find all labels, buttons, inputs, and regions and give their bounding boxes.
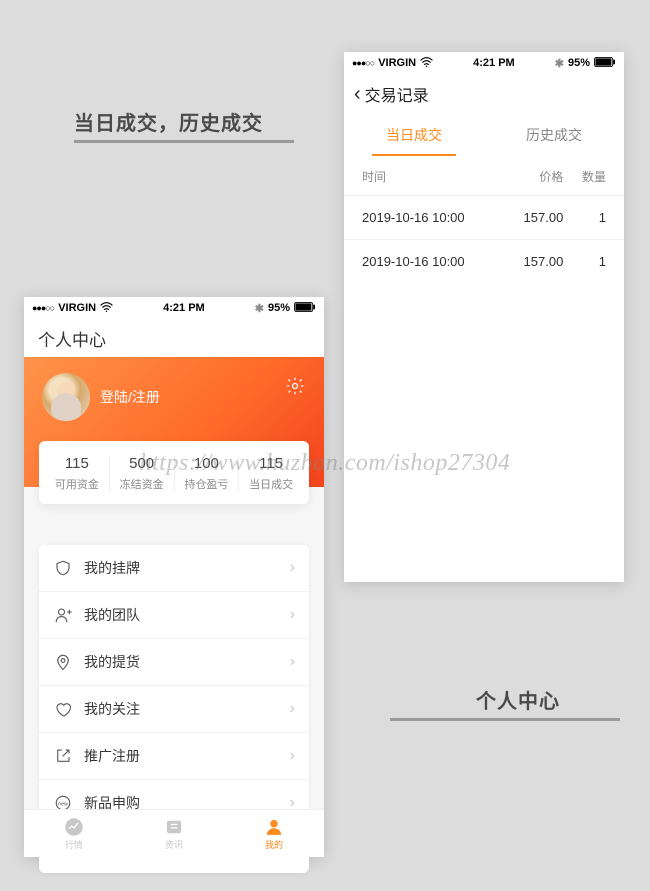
chevron-right-icon: › — [290, 700, 295, 718]
carrier-label: VIRGIN — [378, 57, 416, 69]
tab-label: 资讯 — [165, 838, 183, 851]
battery-label: 95% — [268, 302, 290, 314]
stat-value: 115 — [45, 455, 109, 472]
tab-mine[interactable]: 我的 — [224, 810, 324, 857]
menu-item-promote-register[interactable]: 推广注册 › — [39, 733, 309, 780]
nav-title: 交易记录 — [365, 82, 429, 106]
stat-value: 100 — [175, 455, 239, 472]
back-icon[interactable]: ‹ — [354, 84, 361, 104]
signal-dots-icon: ●●●○○ — [352, 58, 374, 68]
section-heading-profile: 个人中心 — [476, 685, 560, 714]
clock-label: 4:21 PM — [163, 302, 205, 314]
clock-label: 4:21 PM — [473, 57, 515, 69]
chart-icon — [64, 817, 84, 837]
wifi-icon — [419, 57, 433, 70]
table-row: 2019-10-16 10:00 157.00 1 — [344, 195, 624, 239]
signal-dots-icon: ●●●○○ — [32, 303, 54, 313]
tab-history-deals[interactable]: 历史成交 — [484, 114, 624, 156]
stat-label: 持仓盈亏 — [175, 476, 239, 492]
col-header-qty: 数量 — [563, 168, 606, 185]
external-link-icon — [53, 746, 73, 766]
heart-icon — [53, 699, 73, 719]
menu-item-my-team[interactable]: 我的团队 › — [39, 592, 309, 639]
menu-label: 我的提货 — [84, 652, 290, 672]
chevron-right-icon: › — [290, 606, 295, 624]
gear-icon — [285, 376, 305, 396]
stat-position-pnl[interactable]: 100 持仓盈亏 — [174, 455, 239, 492]
map-pin-icon — [53, 652, 73, 672]
cell-qty: 1 — [563, 210, 606, 225]
cell-price: 157.00 — [502, 210, 563, 225]
login-text: 登陆/注册 — [100, 387, 160, 407]
tab-label: 我的 — [265, 838, 283, 851]
menu-label: 推广注册 — [84, 746, 290, 766]
user-plus-icon — [53, 605, 73, 625]
nav-bar: ‹ 交易记录 — [344, 74, 624, 114]
stat-label: 当日成交 — [239, 476, 303, 492]
status-bar: ●●●○○ VIRGIN 4:21 PM ✱ 95% — [24, 297, 324, 319]
bottom-tab-bar: 行情 资讯 我的 — [24, 809, 324, 857]
user-icon — [264, 817, 284, 837]
chevron-right-icon: › — [290, 653, 295, 671]
stat-today-deals[interactable]: 115 当日成交 — [238, 455, 303, 492]
bluetooth-icon: ✱ — [555, 57, 564, 70]
nav-bar: 个人中心 — [24, 319, 324, 357]
news-icon — [164, 817, 184, 837]
section-underline — [74, 140, 294, 143]
status-bar: ●●●○○ VIRGIN 4:21 PM ✱ 95% — [344, 52, 624, 74]
menu-item-my-favorites[interactable]: 我的关注 › — [39, 686, 309, 733]
stat-frozen-funds[interactable]: 500 冻结资金 — [109, 455, 174, 492]
cell-price: 157.00 — [502, 254, 563, 269]
tab-today-deals[interactable]: 当日成交 — [344, 114, 484, 156]
col-header-price: 价格 — [502, 168, 563, 185]
battery-icon — [294, 302, 316, 315]
chevron-right-icon: › — [290, 559, 295, 577]
stat-label: 可用资金 — [45, 476, 109, 492]
stats-card: 115 可用资金 500 冻结资金 100 持仓盈亏 115 当日成交 — [39, 441, 309, 504]
cell-time: 2019-10-16 10:00 — [362, 254, 502, 269]
nav-title: 个人中心 — [38, 326, 106, 351]
bluetooth-icon: ✱ — [255, 302, 264, 315]
avatar — [42, 373, 90, 421]
menu-item-my-pickup[interactable]: 我的提货 › — [39, 639, 309, 686]
table-header: 时间 价格 数量 — [344, 156, 624, 195]
menu-label: 我的团队 — [84, 605, 290, 625]
stat-value: 500 — [110, 455, 174, 472]
section-underline — [390, 718, 620, 721]
battery-icon — [594, 57, 616, 70]
chevron-right-icon: › — [290, 747, 295, 765]
table-row: 2019-10-16 10:00 157.00 1 — [344, 239, 624, 283]
battery-label: 95% — [568, 57, 590, 69]
tab-market[interactable]: 行情 — [24, 810, 124, 857]
cell-time: 2019-10-16 10:00 — [362, 210, 502, 225]
section-heading-records: 当日成交，历史成交 — [74, 107, 263, 136]
wifi-icon — [99, 302, 113, 315]
profile-body: 115 可用资金 500 冻结资金 100 持仓盈亏 115 当日成交 我的挂牌… — [24, 487, 324, 809]
stat-available-funds[interactable]: 115 可用资金 — [45, 455, 109, 492]
menu-item-my-listing[interactable]: 我的挂牌 › — [39, 545, 309, 592]
login-register-button[interactable]: 登陆/注册 — [42, 373, 160, 421]
cell-qty: 1 — [563, 254, 606, 269]
settings-button[interactable] — [284, 375, 306, 397]
shield-icon — [53, 558, 73, 578]
col-header-time: 时间 — [362, 168, 502, 185]
record-tabs: 当日成交 历史成交 — [344, 114, 624, 156]
carrier-label: VIRGIN — [58, 302, 96, 314]
stat-label: 冻结资金 — [110, 476, 174, 492]
stat-value: 115 — [239, 455, 303, 472]
svg-text:new: new — [58, 801, 68, 807]
phone-records: ●●●○○ VIRGIN 4:21 PM ✱ 95% ‹ 交易记录 当日成交 历… — [344, 52, 624, 582]
menu-label: 我的挂牌 — [84, 558, 290, 578]
phone-profile: ●●●○○ VIRGIN 4:21 PM ✱ 95% 个人中心 登陆/注册 — [24, 297, 324, 857]
tab-news[interactable]: 资讯 — [124, 810, 224, 857]
menu-label: 我的关注 — [84, 699, 290, 719]
tab-label: 行情 — [65, 838, 83, 851]
